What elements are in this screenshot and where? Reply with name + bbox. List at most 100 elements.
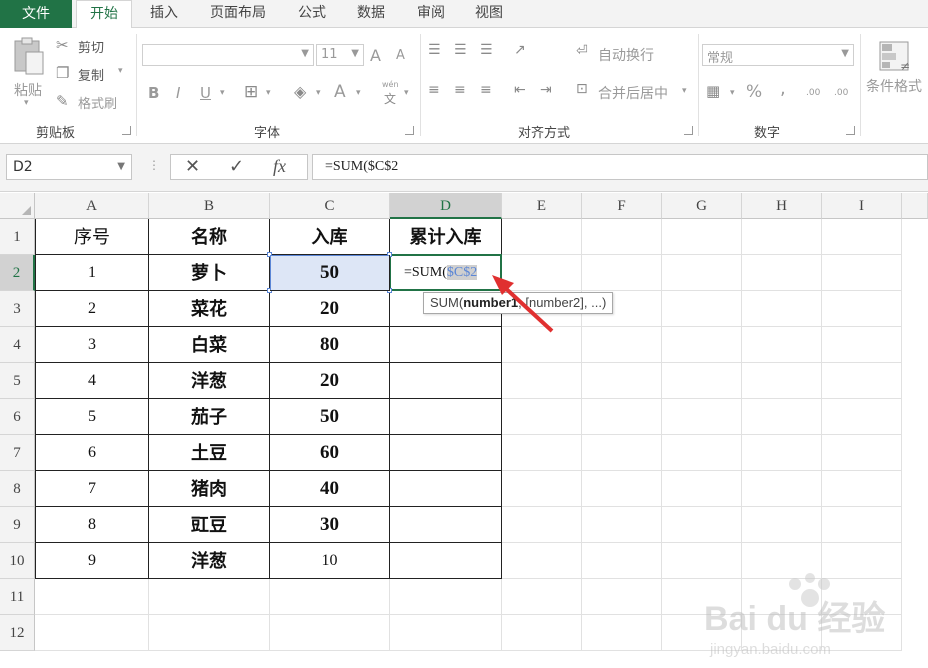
cell-e8[interactable] (502, 471, 582, 507)
cell-h2[interactable] (742, 255, 822, 291)
cell-c5[interactable]: 20 (270, 363, 390, 399)
font-size-select[interactable]: 11 ▼ (316, 44, 364, 66)
cell-i3[interactable] (822, 291, 902, 327)
cell-a3[interactable]: 2 (35, 291, 149, 327)
column-header-a[interactable]: A (35, 193, 149, 219)
column-header-c[interactable]: C (270, 193, 390, 219)
cell-c4[interactable]: 80 (270, 327, 390, 363)
cell-e9[interactable] (502, 507, 582, 543)
cell-b9[interactable]: 豇豆 (149, 507, 270, 543)
cell-c11[interactable] (270, 579, 390, 615)
cell-h9[interactable] (742, 507, 822, 543)
cell-d1[interactable]: 累计入库 (390, 219, 502, 255)
cell-h1[interactable] (742, 219, 822, 255)
percent-button[interactable]: % (746, 82, 762, 102)
select-all-corner[interactable] (0, 193, 35, 219)
row-header-6[interactable]: 6 (0, 399, 35, 435)
increase-indent-icon[interactable]: ⇥ (540, 82, 552, 98)
align-left-icon[interactable]: ≡ (428, 82, 440, 98)
cell-i2[interactable] (822, 255, 902, 291)
cell-d9[interactable] (390, 507, 502, 543)
cell-g3[interactable] (662, 291, 742, 327)
cut-button[interactable]: ✂ 剪切 (56, 36, 116, 56)
fill-color-icon[interactable]: ◈ (294, 82, 306, 101)
cell-a2[interactable]: 1 (35, 255, 149, 291)
borders-icon[interactable]: ⊞ (244, 82, 258, 102)
cell-f1[interactable] (582, 219, 662, 255)
cell-b10[interactable]: 洋葱 (149, 543, 270, 579)
decrease-indent-icon[interactable]: ⇤ (514, 82, 526, 98)
cell-g4[interactable] (662, 327, 742, 363)
row-header-10[interactable]: 10 (0, 543, 35, 579)
cell-i8[interactable] (822, 471, 902, 507)
cell-g1[interactable] (662, 219, 742, 255)
cell-a7[interactable]: 6 (35, 435, 149, 471)
cell-a12[interactable] (35, 615, 149, 651)
alignment-launcher[interactable] (684, 126, 693, 135)
cell-d12[interactable] (390, 615, 502, 651)
cell-e1[interactable] (502, 219, 582, 255)
tab-view[interactable]: 视图 (464, 0, 514, 28)
cancel-button[interactable]: ✕ (185, 156, 200, 177)
cell-c7[interactable]: 60 (270, 435, 390, 471)
cell-c12[interactable] (270, 615, 390, 651)
underline-button[interactable]: U (200, 84, 211, 102)
cell-b5[interactable]: 洋葱 (149, 363, 270, 399)
column-header-d[interactable]: D (390, 193, 502, 219)
cell-b4[interactable]: 白菜 (149, 327, 270, 363)
row-header-9[interactable]: 9 (0, 507, 35, 543)
cell-d6[interactable] (390, 399, 502, 435)
cell-d8[interactable] (390, 471, 502, 507)
cell-g6[interactable] (662, 399, 742, 435)
cell-d11[interactable] (390, 579, 502, 615)
row-header-1[interactable]: 1 (0, 219, 35, 255)
cell-g7[interactable] (662, 435, 742, 471)
cell-c8[interactable]: 40 (270, 471, 390, 507)
active-cell-formula[interactable]: =SUM($C$2 (404, 265, 478, 281)
align-right-icon[interactable]: ≡ (480, 82, 492, 98)
font-name-select[interactable]: ▼ (142, 44, 314, 66)
cell-d5[interactable] (390, 363, 502, 399)
font-launcher[interactable] (405, 126, 414, 135)
row-header-3[interactable]: 3 (0, 291, 35, 327)
cell-i7[interactable] (822, 435, 902, 471)
formula-input[interactable]: =SUM($C$2 (312, 154, 928, 180)
row-header-11[interactable]: 11 (0, 579, 35, 615)
cell-e11[interactable] (502, 579, 582, 615)
cell-a4[interactable]: 3 (35, 327, 149, 363)
cell-e6[interactable] (502, 399, 582, 435)
insert-function-button[interactable]: fx (273, 156, 286, 177)
cell-i4[interactable] (822, 327, 902, 363)
cell-b7[interactable]: 土豆 (149, 435, 270, 471)
clipboard-launcher[interactable] (122, 126, 131, 135)
cell-d10[interactable] (390, 543, 502, 579)
cell-e7[interactable] (502, 435, 582, 471)
row-header-2[interactable]: 2 (0, 255, 35, 291)
column-header-e[interactable]: E (502, 193, 582, 219)
cell-e10[interactable] (502, 543, 582, 579)
cell-f7[interactable] (582, 435, 662, 471)
column-header-g[interactable]: G (662, 193, 742, 219)
cell-g2[interactable] (662, 255, 742, 291)
splitter-icon[interactable]: ⋮ (148, 158, 160, 172)
comma-button[interactable]: , (780, 78, 786, 99)
enter-button[interactable]: ✓ (229, 156, 244, 177)
decrease-decimal-button[interactable]: .00 (834, 88, 848, 98)
cell-b1[interactable]: 名称 (149, 219, 270, 255)
conditional-format-button[interactable]: ≠ 条件格式 (864, 38, 928, 118)
italic-button[interactable]: I (176, 84, 180, 102)
tab-review[interactable]: 审阅 (406, 0, 456, 28)
name-box[interactable]: D2 ▼ (6, 154, 132, 180)
font-color-button[interactable]: A (334, 82, 346, 102)
column-header-b[interactable]: B (149, 193, 270, 219)
cell-f2[interactable] (582, 255, 662, 291)
row-header-12[interactable]: 12 (0, 615, 35, 651)
align-center-icon[interactable]: ≡ (454, 82, 466, 98)
cell-a10[interactable]: 9 (35, 543, 149, 579)
cell-b6[interactable]: 茄子 (149, 399, 270, 435)
cell-i9[interactable] (822, 507, 902, 543)
cell-f9[interactable] (582, 507, 662, 543)
file-menu[interactable]: 文件 (0, 0, 72, 28)
column-header-i[interactable]: I (822, 193, 902, 219)
currency-icon[interactable]: ▦ (706, 82, 720, 100)
